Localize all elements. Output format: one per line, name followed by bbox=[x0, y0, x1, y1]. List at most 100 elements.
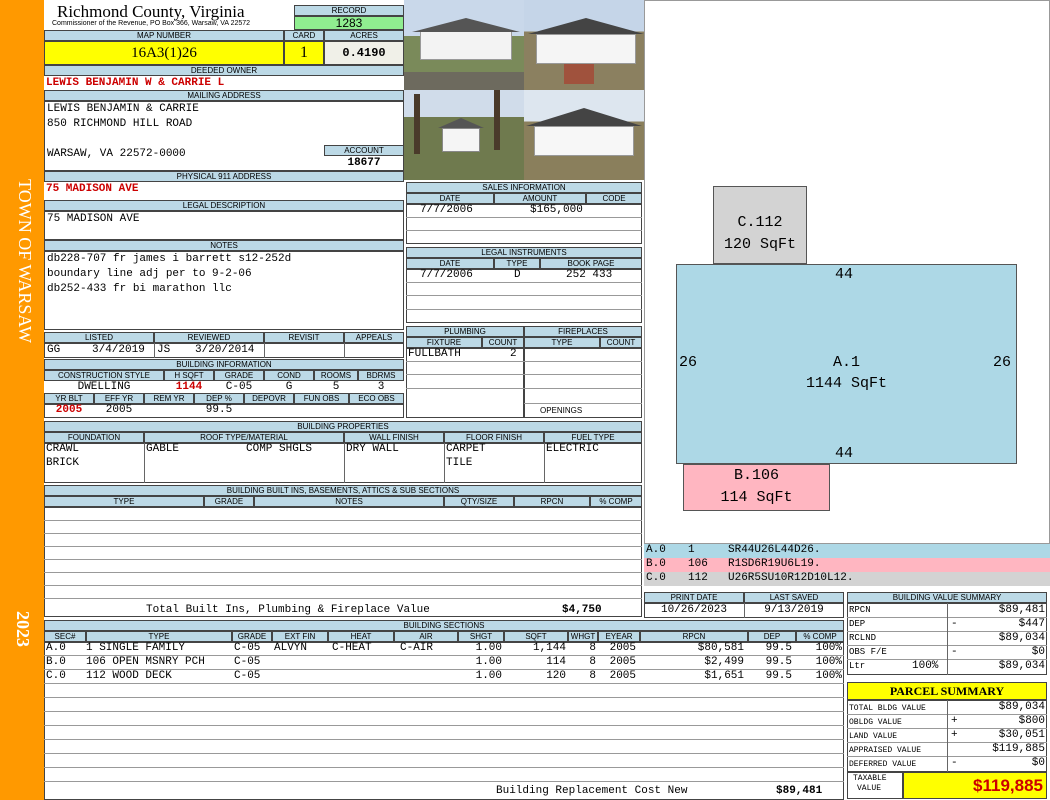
prop-col-foundation: FOUNDATION bbox=[44, 432, 144, 443]
section-cell-grade: C-05 bbox=[234, 656, 261, 668]
taxable-label-1: TAXABLE bbox=[853, 774, 887, 783]
sections-label: BUILDING SECTIONS bbox=[44, 620, 844, 631]
replacement-value: $89,481 bbox=[776, 785, 823, 797]
legend-code: 106 bbox=[688, 558, 708, 570]
sketch-b-area: 114 SqFt bbox=[720, 489, 793, 506]
revisit-label: REVISIT bbox=[264, 332, 344, 343]
ps-land-label: LAND VALUE bbox=[849, 732, 898, 741]
reviewed-date: 3/20/2014 bbox=[195, 344, 255, 356]
plumbing-col-count: COUNT bbox=[482, 337, 524, 348]
legal-value: 75 MADISON AVE bbox=[47, 213, 140, 225]
bi-col-depovr: DEPOVR bbox=[244, 393, 294, 404]
vs-ltr-label: Ltr bbox=[849, 661, 866, 671]
plumbing-label: PLUMBING bbox=[406, 326, 524, 337]
section-cell-eyear: 2005 bbox=[609, 642, 636, 654]
mailing-line2: 850 RICHMOND HILL ROAD bbox=[47, 118, 193, 130]
builtins-col-type: TYPE bbox=[44, 496, 204, 507]
mailing-label: MAILING ADDRESS bbox=[44, 90, 404, 101]
parcel-summary-title: PARCEL SUMMARY bbox=[847, 682, 1047, 700]
record-value: 1283 bbox=[294, 16, 404, 30]
ps-obldg-label: OBLDG VALUE bbox=[849, 718, 902, 727]
notes-line: boundary line adj per to 9-2-06 bbox=[47, 268, 252, 280]
bi-col-style: CONSTRUCTION STYLE bbox=[44, 370, 164, 381]
sec-col-sqft: SQFT bbox=[504, 631, 568, 642]
bi-col-cond: COND bbox=[264, 370, 314, 381]
sketch-c-area: 120 SqFt bbox=[723, 236, 796, 253]
ps-appraised-label: APPRAISED VALUE bbox=[849, 746, 922, 755]
prop-col-floor: FLOOR FINISH bbox=[444, 432, 544, 443]
section-cell-rpcn: $1,651 bbox=[704, 670, 744, 682]
fireplaces-label: FIREPLACES bbox=[524, 326, 642, 337]
sketch-dim-top: 44 bbox=[835, 266, 854, 283]
sec-col-ext: EXT FIN bbox=[272, 631, 328, 642]
foundation-2: BRICK bbox=[46, 457, 80, 469]
sketch-a-label: A.1 bbox=[832, 354, 860, 371]
section-cell-sec: C.0 bbox=[46, 670, 66, 682]
legend-sec: B.0 bbox=[646, 558, 666, 570]
section-cell-sqft: 120 bbox=[546, 670, 566, 682]
instrument-book: 252 433 bbox=[566, 269, 613, 281]
section-cell-air: C-AIR bbox=[400, 642, 434, 654]
bi-col-ecoobs: ECO OBS bbox=[349, 393, 404, 404]
sketch-dim-right: 26 bbox=[993, 354, 1012, 371]
section-cell-dep: 99.5 bbox=[765, 656, 792, 668]
section-cell-grade: C-05 bbox=[234, 642, 261, 654]
section-cell-rpcn: $2,499 bbox=[704, 656, 744, 668]
vs-dep: $447 bbox=[1018, 618, 1045, 630]
sales-col-date: DATE bbox=[406, 193, 494, 204]
value-summary-label: BUILDING VALUE SUMMARY bbox=[847, 592, 1047, 603]
vs-dep-label: DEP bbox=[849, 619, 866, 629]
physical-address-value: 75 MADISON AVE bbox=[46, 183, 139, 195]
listed-label: LISTED bbox=[44, 332, 154, 343]
instrument-date: 7/7/2006 bbox=[420, 269, 473, 281]
mailing-line3: WARSAW, VA 22572-0000 bbox=[47, 148, 186, 160]
sketch-b-label: B.106 bbox=[733, 467, 779, 484]
fireplace-col-type: TYPE bbox=[524, 337, 600, 348]
bi-col-hsqft: H SQFT bbox=[164, 370, 214, 381]
legend-sec: A.0 bbox=[646, 544, 666, 556]
section-cell-shgt: 1.00 bbox=[475, 670, 502, 682]
sec-col-comp: % COMP bbox=[796, 631, 844, 642]
section-cell-comp: 100% bbox=[815, 656, 842, 668]
physical-address-label: PHYSICAL 911 ADDRESS bbox=[44, 171, 404, 182]
sec-col-dep: DEP bbox=[748, 631, 796, 642]
sketch-c-label: C.112 bbox=[737, 214, 783, 231]
properties-label: BUILDING PROPERTIES bbox=[44, 421, 642, 432]
bi-col-yrblt: YR BLT bbox=[44, 393, 94, 404]
floor-finish-1: CARPET bbox=[446, 443, 486, 455]
sales-col-amount: AMOUNT bbox=[494, 193, 586, 204]
fireplace-openings: OPENINGS bbox=[540, 406, 583, 415]
section-cell-type: 1 SINGLE FAMILY bbox=[86, 642, 186, 654]
plumbing-count: 2 bbox=[510, 348, 517, 360]
sec-col-shgt: SHGT bbox=[458, 631, 504, 642]
replacement-label: Building Replacement Cost New bbox=[496, 785, 688, 797]
map-number-value: 16A3(1)26 bbox=[44, 41, 284, 65]
sale-amount: $165,000 bbox=[530, 204, 583, 216]
sales-col-code: CODE bbox=[586, 193, 642, 204]
section-cell-eyear: 2005 bbox=[609, 670, 636, 682]
builtins-total-label: Total Built Ins, Plumbing & Fireplace Va… bbox=[146, 604, 430, 616]
section-cell-type: 112 WOOD DECK bbox=[86, 670, 172, 682]
vs-obs-label: OBS F/E bbox=[849, 647, 887, 657]
builtins-col-qty: QTY/SIZE bbox=[444, 496, 514, 507]
section-cell-eyear: 2005 bbox=[609, 656, 636, 668]
instruments-label: LEGAL INSTRUMENTS bbox=[406, 247, 642, 258]
last-saved-date: 9/13/2019 bbox=[764, 604, 824, 616]
prop-col-wall: WALL FINISH bbox=[344, 432, 444, 443]
sec-col-rpcn: RPCN bbox=[640, 631, 748, 642]
legend-row-a bbox=[644, 544, 1050, 558]
section-cell-grade: C-05 bbox=[234, 670, 261, 682]
ps-total-bldg-label: TOTAL BLDG VALUE bbox=[849, 704, 926, 713]
property-photo-4 bbox=[524, 90, 644, 180]
section-cell-sec: B.0 bbox=[46, 656, 66, 668]
legend-path: SR44U26L44D26. bbox=[728, 544, 821, 556]
sec-col-heat: HEAT bbox=[328, 631, 394, 642]
ps-total-bldg: $89,034 bbox=[998, 701, 1045, 713]
prop-col-roof: ROOF TYPE/MATERIAL bbox=[144, 432, 344, 443]
ps-deferred: $0 bbox=[1031, 757, 1045, 769]
sale-date: 7/7/2006 bbox=[420, 204, 473, 216]
instr-col-date: DATE bbox=[406, 258, 494, 269]
mailing-line1: LEWIS BENJAMIN & CARRIE bbox=[47, 103, 199, 115]
vs-rpcn-label: RPCN bbox=[849, 605, 871, 615]
bi-col-dep: DEP % bbox=[194, 393, 244, 404]
